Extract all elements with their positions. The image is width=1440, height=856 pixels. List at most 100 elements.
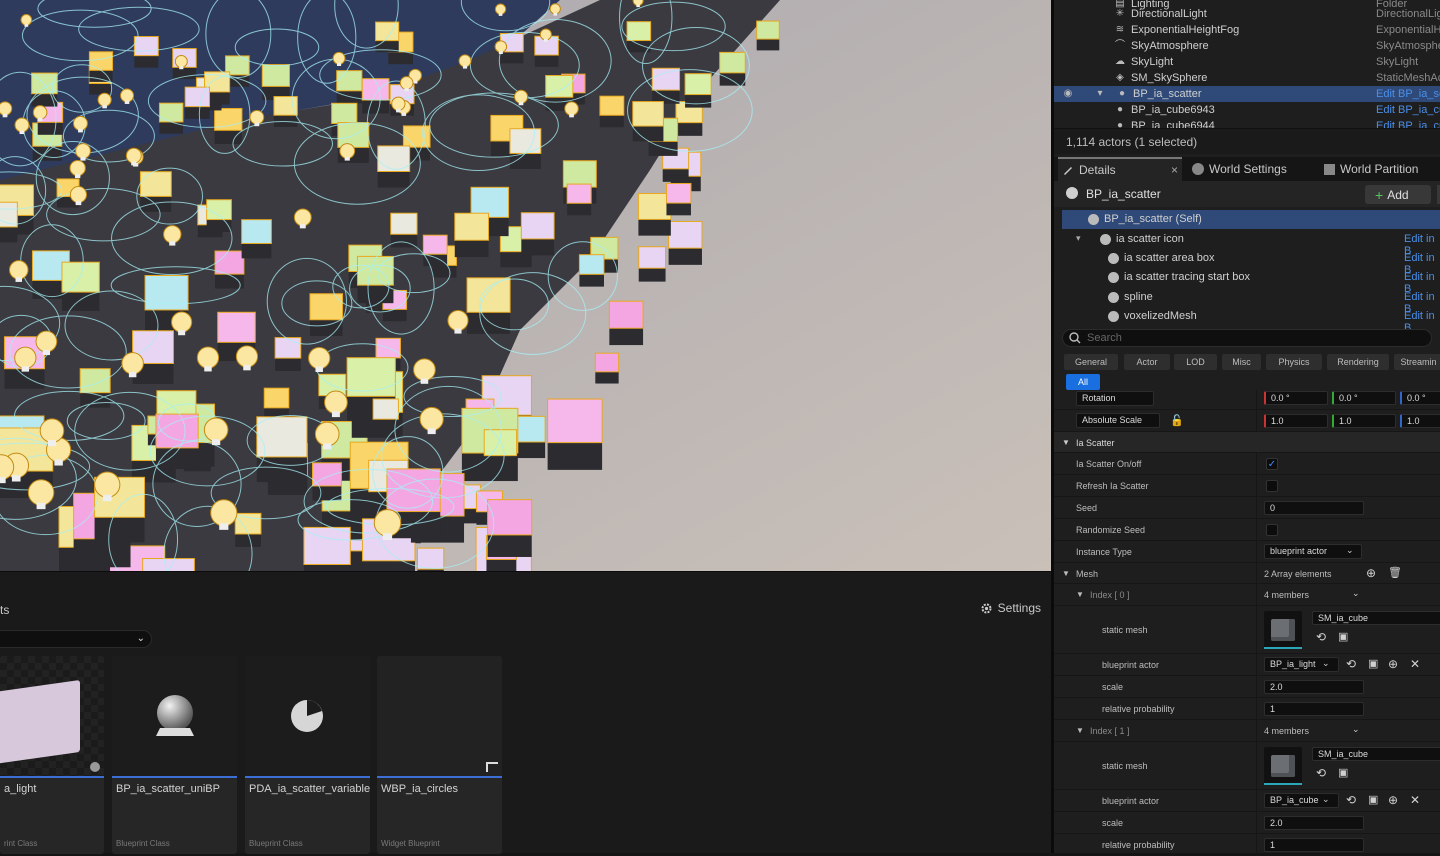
asset-tile-circles[interactable]: WBP_ia_circles Widget Blueprint (377, 656, 502, 854)
component-row[interactable]: voxelizedMesh Edit in B (1062, 307, 1440, 334)
outliner-type[interactable]: Edit BP_ia_cu (1376, 104, 1440, 116)
outliner-row[interactable]: ≋ ExponentialHeightFog ExponentialHe (1054, 22, 1440, 38)
use-selected-icon[interactable]: ⟲ (1346, 793, 1356, 807)
outliner-label: SkyAtmosphere (1131, 40, 1209, 52)
asset-tile-light[interactable]: a_light rint Class (0, 656, 104, 854)
browse-folder-icon[interactable]: ▣ (1338, 630, 1348, 643)
use-selected-icon[interactable]: ⟲ (1316, 766, 1326, 780)
outliner-row[interactable]: ● BP_ia_cube6943 Edit BP_ia_cu (1054, 102, 1440, 118)
on-off-checkbox[interactable]: ✓ (1266, 458, 1278, 470)
outliner-type[interactable]: Edit BP_ia_sc (1376, 88, 1440, 100)
asset-tile-scatter-variables[interactable]: PDA_ia_scatter_variables Blueprint Class (245, 656, 370, 854)
filter-physics[interactable]: Physics (1266, 354, 1322, 370)
trash-icon[interactable]: 🗑 (1388, 566, 1402, 579)
outliner-row[interactable]: ◉ ▾ ● BP_ia_scatter Edit BP_ia_sc (1054, 86, 1440, 102)
rotation-value-input[interactable]: 0.0 ° (1264, 391, 1328, 405)
randomize-checkbox[interactable] (1266, 524, 1278, 536)
tab-world-settings[interactable]: World Settings (1192, 157, 1287, 181)
outliner-row[interactable]: ✳ DirectionalLight DirectionalLig (1054, 6, 1440, 22)
chevron-down-icon[interactable]: ⌄ (1352, 724, 1360, 735)
filter-rendering[interactable]: Rendering (1327, 354, 1389, 370)
component-row[interactable]: spline Edit in B (1062, 288, 1440, 315)
eye-icon[interactable]: ◉ (1062, 88, 1074, 100)
use-selected-icon[interactable]: ⟲ (1346, 657, 1356, 671)
scale-value-input[interactable]: 1.0 (1400, 414, 1440, 428)
tab-details[interactable]: Details × (1058, 157, 1182, 181)
component-label: ia scatter icon (1116, 233, 1184, 245)
pencil-icon (1064, 167, 1072, 175)
search-icon (1069, 332, 1081, 344)
outliner-label: BP_ia_scatter (1133, 88, 1202, 100)
rotation-mode-dropdown[interactable]: Rotation (1076, 391, 1154, 406)
static-mesh-picker[interactable]: SM_ia_cube (1312, 611, 1440, 625)
outliner-row[interactable]: ⌒ SkyAtmosphere SkyAtmosphe (1054, 38, 1440, 54)
asset-tile-scatter-unibp[interactable]: BP_ia_scatter_uniBP Blueprint Class (112, 656, 237, 854)
use-selected-icon[interactable]: ⟲ (1316, 630, 1326, 644)
lock-icon[interactable]: 🔓 (1170, 414, 1184, 427)
scale-mode-dropdown[interactable]: Absolute Scale (1076, 413, 1160, 428)
mesh-thumbnail[interactable] (1264, 611, 1302, 649)
add-icon[interactable]: ⊕ (1388, 793, 1398, 807)
scale-input[interactable]: 2.0 (1264, 816, 1364, 830)
outliner-type: SkyAtmosphe (1376, 40, 1440, 52)
add-icon[interactable]: ⊕ (1388, 657, 1398, 671)
collapse-arrow-icon[interactable]: ▼ (1062, 438, 1070, 447)
outliner-row[interactable]: ☁ SkyLight SkyLight (1054, 54, 1440, 70)
outliner-row[interactable]: ◈ SM_SkySphere StaticMeshAc (1054, 70, 1440, 86)
browse-folder-icon[interactable]: ▣ (1368, 793, 1378, 806)
mesh-thumbnail[interactable] (1264, 747, 1302, 785)
seed-input[interactable]: 0 (1264, 501, 1364, 515)
column-split (1256, 390, 1257, 409)
component-row[interactable]: ▾ ia scatter icon Edit in B (1062, 230, 1440, 257)
clear-icon[interactable]: ✕ (1410, 657, 1420, 671)
prop-label: relative probability (1102, 704, 1175, 714)
add-element-icon[interactable]: ⊕ (1366, 566, 1376, 580)
scale-value-input[interactable]: 1.0 (1332, 414, 1396, 428)
rotation-value-input[interactable]: 0.0 ° (1400, 391, 1440, 405)
component-label: ia scatter area box (1124, 252, 1215, 264)
content-browser-tab[interactable]: ts (0, 603, 9, 617)
filter-actor[interactable]: Actor (1124, 354, 1170, 370)
level-viewport[interactable] (0, 0, 1051, 571)
outliner-type: StaticMeshAc (1376, 72, 1440, 84)
clear-icon[interactable]: ✕ (1410, 793, 1420, 807)
add-component-button[interactable]: + Add (1365, 185, 1431, 204)
scale-input[interactable]: 2.0 (1264, 680, 1364, 694)
component-row[interactable]: ia scatter area box Edit in B (1062, 249, 1440, 276)
rotation-value-input[interactable]: 0.0 ° (1332, 391, 1396, 405)
static-mesh-picker[interactable]: SM_ia_cube (1312, 747, 1440, 761)
filter-all[interactable]: All (1066, 374, 1100, 390)
plus-icon: + (1375, 186, 1384, 203)
browse-folder-icon[interactable]: ▣ (1368, 657, 1378, 670)
expand-arrow-icon[interactable]: ▾ (1094, 88, 1106, 100)
scatter-cube (303, 526, 351, 571)
refresh-checkbox[interactable] (1266, 480, 1278, 492)
expand-arrow-icon[interactable]: ▼ (1076, 590, 1084, 599)
expand-arrow-icon[interactable]: ▾ (1076, 233, 1081, 244)
expand-arrow-icon[interactable]: ▼ (1076, 726, 1084, 735)
component-row[interactable]: ia scatter tracing start box Edit in B (1062, 268, 1440, 295)
blueprint-icon: ● (1118, 88, 1126, 99)
filter-streamin[interactable]: Streamin (1394, 354, 1440, 370)
gear-icon (981, 603, 992, 613)
browse-folder-icon[interactable]: ▣ (1338, 766, 1348, 779)
scatter-cube (377, 145, 411, 188)
tab-world-partition[interactable]: World Partition (1324, 157, 1418, 181)
column-split (1256, 834, 1257, 855)
filter-lod[interactable]: LOD (1174, 354, 1217, 370)
details-header: BP_ia_scatter + Add (1054, 181, 1440, 207)
settings-button[interactable]: Settings (980, 601, 1041, 615)
chevron-down-icon: ⌄ (1322, 658, 1330, 668)
close-icon[interactable]: × (1171, 163, 1178, 177)
filter-misc[interactable]: Misc (1222, 354, 1261, 370)
collapse-arrow-icon[interactable]: ▼ (1062, 569, 1070, 578)
scale-value-input[interactable]: 1.0 (1264, 414, 1328, 428)
filter-general[interactable]: General (1064, 354, 1118, 370)
details-search-input[interactable]: Search (1062, 329, 1432, 347)
probability-input[interactable]: 1 (1264, 838, 1364, 852)
chevron-down-icon[interactable]: ⌄ (1352, 588, 1360, 599)
scatter-cube (632, 101, 664, 142)
component-row[interactable]: BP_ia_scatter (Self) (1062, 210, 1440, 229)
probability-input[interactable]: 1 (1264, 702, 1364, 716)
path-combo[interactable]: ⌄ (0, 630, 152, 648)
